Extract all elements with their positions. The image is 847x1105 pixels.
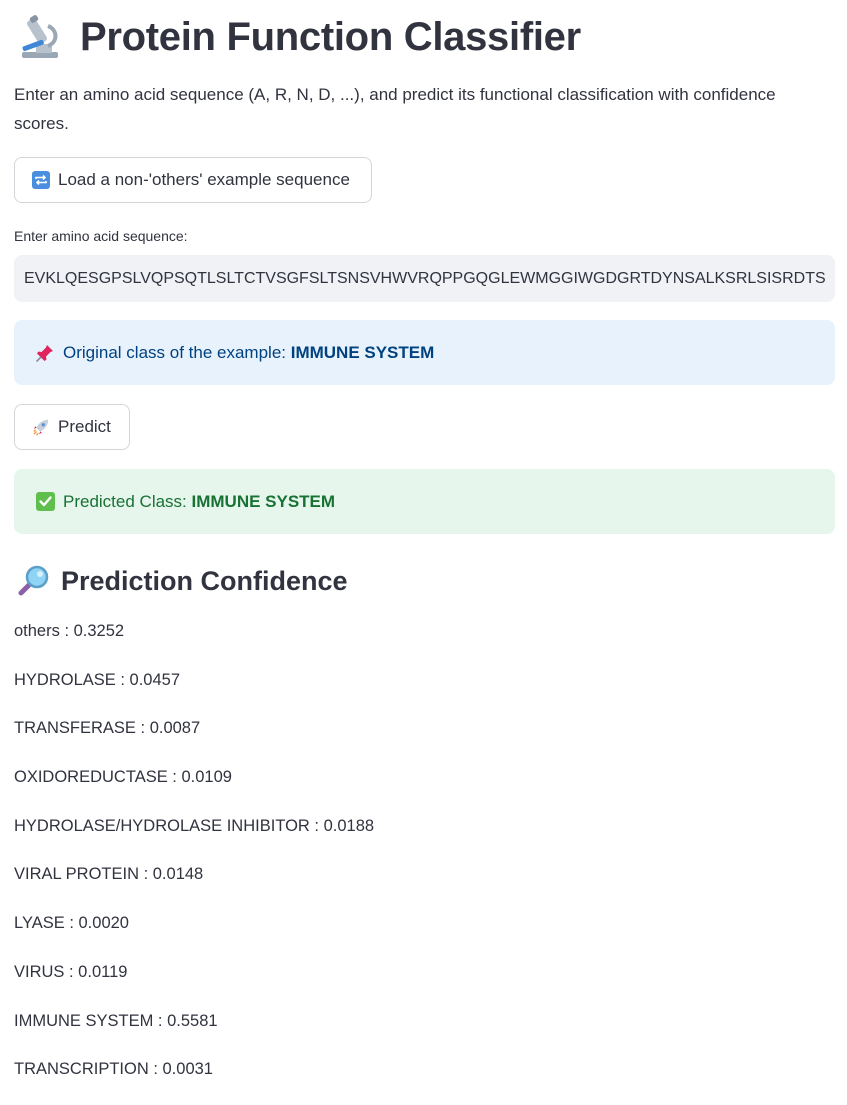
- original-class-prefix: Original class of the example:: [63, 342, 291, 362]
- sequence-input[interactable]: [14, 255, 835, 302]
- confidence-item: HYDROLASE/HYDROLASE INHIBITOR : 0.0188: [14, 816, 375, 835]
- predict-button[interactable]: Predict: [14, 404, 130, 450]
- confidence-item: IMMUNE SYSTEM : 0.5581: [14, 1011, 218, 1030]
- confidence-item: TRANSFERASE : 0.0087: [14, 719, 201, 738]
- original-class-alert: Original class of the example: IMMUNE SY…: [14, 320, 835, 385]
- predicted-class-alert: Predicted Class: IMMUNE SYSTEM: [14, 469, 835, 534]
- confidence-item: HYDROLASE : 0.0457: [14, 670, 180, 689]
- confidence-header: Prediction Confidence: [18, 561, 348, 601]
- confidence-item: VIRUS : 0.0119: [14, 962, 128, 981]
- magnifier-icon: [18, 565, 49, 596]
- predict-label: Predict: [58, 417, 111, 436]
- repeat-icon: [32, 171, 50, 189]
- load-example-button[interactable]: Load a non-'others' example sequence: [14, 157, 372, 203]
- original-class-value: IMMUNE SYSTEM: [290, 342, 435, 362]
- predicted-class-value: IMMUNE SYSTEM: [191, 491, 336, 511]
- confidence-item: OXIDOREDUCTASE : 0.0109: [14, 768, 232, 787]
- confidence-item: others : 0.3252: [14, 622, 125, 640]
- rocket-icon: [32, 418, 50, 436]
- confidence-item: VIRAL PROTEIN : 0.0148: [14, 865, 204, 884]
- confidence-title: Prediction Confidence: [61, 565, 348, 596]
- intro-text: Enter an amino acid sequence (A, R, N, D…: [14, 85, 776, 133]
- load-example-label: Load a non-'others' example sequence: [58, 170, 350, 189]
- header: Protein Function Classifier: [18, 12, 581, 62]
- page-title: Protein Function Classifier: [80, 14, 581, 59]
- check-box-icon: [35, 492, 55, 512]
- pushpin-icon: [35, 343, 55, 363]
- sequence-input-label: Enter amino acid sequence:: [14, 228, 188, 244]
- confidence-item: TRANSCRIPTION : 0.0031: [14, 1060, 213, 1079]
- confidence-item: LYASE : 0.0020: [14, 914, 129, 933]
- microscope-icon: [22, 15, 58, 58]
- predicted-class-prefix: Predicted Class:: [63, 491, 192, 511]
- confidence-list: others : 0.3252 HYDROLASE : 0.0457 TRANS…: [14, 618, 374, 1105]
